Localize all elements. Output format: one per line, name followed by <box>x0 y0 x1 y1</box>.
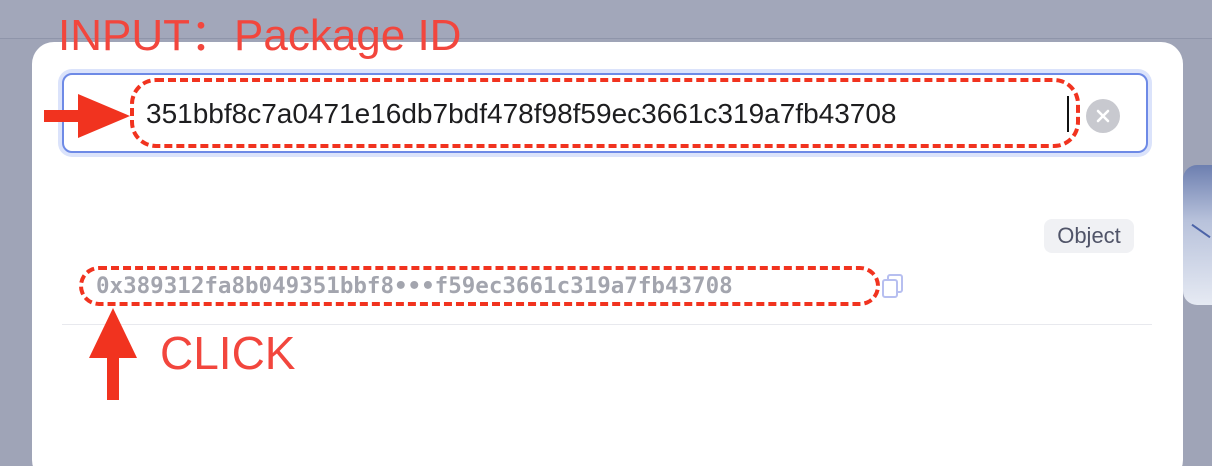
annotation-arrow-right-icon <box>44 94 130 138</box>
annotation-click-label: CLICK <box>160 327 296 379</box>
close-icon <box>1096 109 1110 123</box>
annotation-input-label: INPUT：Package ID <box>58 11 462 60</box>
result-divider <box>62 324 1152 325</box>
annotation-click-highlight <box>79 266 880 306</box>
annotation-arrow-up-icon <box>89 308 137 400</box>
copy-icon[interactable] <box>881 273 905 299</box>
clear-search-button[interactable] <box>1086 99 1120 133</box>
result-type-badge: Object <box>1044 219 1134 253</box>
annotation-input-highlight <box>130 78 1080 148</box>
